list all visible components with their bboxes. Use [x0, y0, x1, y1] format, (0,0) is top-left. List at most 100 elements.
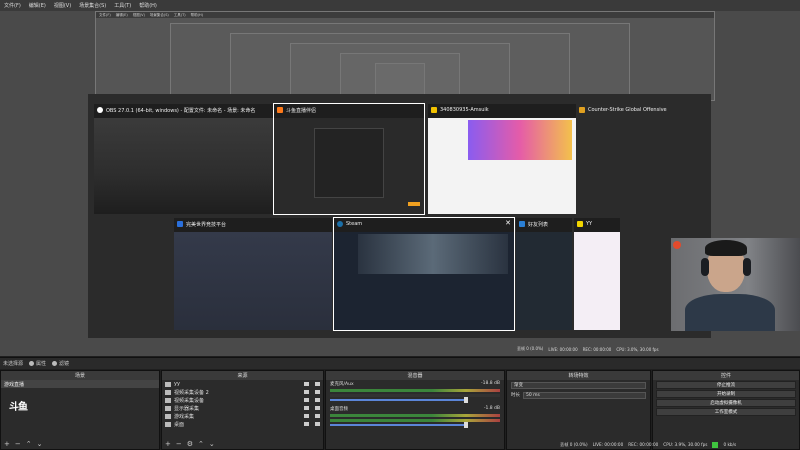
virtual-camera-button[interactable]: 启动虚拟摄像机 — [656, 399, 796, 407]
eye-icon[interactable] — [304, 398, 309, 402]
tile-thumbnail — [574, 232, 620, 330]
switcher-tile-yy-group[interactable]: 340830935-Amsuik — [428, 104, 576, 214]
switcher-tile-csgo[interactable]: Counter-Strike Global Offensive — [576, 104, 706, 214]
source-label: 显示器采集 — [174, 405, 200, 412]
source-label: 视频采集设备 — [174, 397, 205, 404]
volume-slider[interactable] — [330, 422, 468, 428]
menu-scene-collection[interactable]: 场景集合(S) — [79, 2, 106, 9]
mixer-channel: 麦克风/Aux -18.8 dB — [326, 380, 504, 405]
controls-dock: 控件 停止推流 开始录制 启动虚拟摄像机 工作室模式 — [652, 370, 800, 450]
filter-icon — [52, 361, 58, 366]
mixer-channel: 桌面音频 -1.8 dB — [326, 405, 504, 430]
scenes-dock: 场景 游戏直播 斗鱼 + − ⌃ ⌄ — [0, 370, 160, 450]
filters-label: 滤镜 — [59, 361, 70, 367]
add-icon[interactable]: + — [4, 440, 10, 448]
switcher-tile-steam[interactable]: Steam ✕ — [333, 217, 515, 331]
slider-handle[interactable] — [464, 422, 468, 428]
switcher-tile-obs[interactable]: OBS 27.0.1 (64-bit, windows) - 配置文件: 未命名… — [94, 104, 274, 214]
channel-db: -1.8 dB — [483, 406, 500, 411]
add-icon[interactable]: + — [165, 440, 171, 448]
yy-icon — [577, 221, 583, 227]
menu-edit[interactable]: 编辑(E) — [29, 2, 46, 9]
eye-icon[interactable] — [304, 414, 309, 418]
source-item[interactable]: 视频采集设备 2 — [162, 388, 323, 396]
properties-label: 属性 — [36, 361, 47, 367]
remove-icon[interactable]: − — [176, 440, 182, 448]
menu-view[interactable]: 视图(V) — [54, 2, 71, 9]
stream-health-indicator — [712, 441, 719, 448]
scenes-toolbar: + − ⌃ ⌄ — [1, 439, 159, 449]
source-item[interactable]: yy — [162, 380, 323, 388]
source-label: yy — [174, 381, 180, 387]
lock-icon[interactable] — [315, 414, 320, 418]
lock-icon[interactable] — [315, 398, 320, 402]
duration-input[interactable]: 50 ms — [523, 391, 646, 399]
source-label: 桌面 — [174, 421, 185, 428]
volume-meter — [330, 389, 500, 392]
lock-icon[interactable] — [315, 382, 320, 386]
eye-icon[interactable] — [304, 382, 309, 386]
transitions-dock: 转场特效 渐变 时长 50 ms — [506, 370, 651, 450]
cpu-fps: CPU: 3.9%, 30.00 fps — [663, 442, 708, 447]
preview-status-bar: 丢帧 0 (0.0%) LIVE: 00:00:00 REC: 00:00:00… — [517, 345, 659, 353]
remove-icon[interactable]: − — [15, 440, 21, 448]
source-item[interactable]: 桌面 — [162, 420, 323, 428]
menu-tools[interactable]: 工具(T) — [114, 2, 131, 9]
move-up-icon[interactable]: ⌃ — [26, 440, 32, 448]
source-item[interactable]: 显示器采集 — [162, 404, 323, 412]
sources-title: 来源 — [237, 373, 248, 379]
volume-slider[interactable] — [330, 397, 468, 403]
properties-button[interactable]: 属性 — [29, 360, 46, 367]
source-label: 视频采集设备 2 — [174, 389, 209, 396]
switcher-tile-friends[interactable]: 好友列表 — [516, 218, 572, 330]
douyu-icon — [277, 107, 283, 113]
scene-item[interactable]: 游戏直播 — [1, 380, 159, 388]
eye-icon[interactable] — [304, 406, 309, 410]
stop-streaming-button[interactable]: 停止推流 — [656, 381, 796, 389]
lock-icon[interactable] — [315, 422, 320, 426]
move-down-icon[interactable]: ⌄ — [209, 440, 215, 448]
brand-logo-icon — [673, 241, 681, 249]
eye-icon[interactable] — [304, 390, 309, 394]
lock-icon[interactable] — [315, 390, 320, 394]
mixer-header: 混音器 — [326, 371, 504, 380]
close-icon[interactable]: ✕ — [505, 219, 511, 227]
tile-thumbnail — [334, 232, 514, 330]
nested-menu-scene: 场景集合(S) — [149, 12, 169, 17]
menu-help[interactable]: 帮助(H) — [139, 2, 157, 9]
switcher-tile-douyu[interactable]: 斗鱼直播伴侣 — [273, 103, 425, 215]
webcam-person-body — [685, 294, 775, 331]
switcher-tile-perfect-world[interactable]: 完美世界竞技平台 — [174, 218, 332, 330]
move-up-icon[interactable]: ⌃ — [198, 440, 204, 448]
tile-title: YY — [586, 221, 593, 227]
no-source-selected-label: 未选择源 — [3, 361, 24, 367]
move-down-icon[interactable]: ⌄ — [37, 440, 43, 448]
studio-mode-button[interactable]: 工作室模式 — [656, 408, 796, 416]
switcher-tile-yy[interactable]: YY — [574, 218, 620, 330]
volume-meter-2 — [330, 419, 500, 422]
menu-bar: 文件(F) 编辑(E) 视图(V) 场景集合(S) 工具(T) 帮助(H) — [0, 0, 800, 11]
source-item[interactable]: 游戏采集 — [162, 412, 323, 420]
channel-db: -18.8 dB — [480, 381, 500, 386]
volume-meter — [330, 414, 500, 417]
tile-title: 完美世界竞技平台 — [186, 221, 227, 228]
lock-icon[interactable] — [315, 406, 320, 410]
preview-cpu: CPU: 3.0%, 30.00 fps — [616, 346, 659, 352]
source-type-icon — [165, 421, 171, 427]
transition-type-select[interactable]: 渐变 — [511, 381, 646, 389]
menu-file[interactable]: 文件(F) — [4, 2, 21, 9]
friends-icon — [519, 221, 525, 227]
gear-icon[interactable]: ⚙ — [187, 440, 193, 448]
filters-button[interactable]: 滤镜 — [52, 360, 69, 367]
tile-thumbnail — [94, 118, 274, 214]
tile-thumbnail — [174, 232, 332, 330]
volume-meter-2 — [330, 394, 500, 397]
tile-thumbnail — [274, 118, 424, 214]
transitions-title: 转场特效 — [568, 373, 589, 379]
start-recording-button[interactable]: 开始录制 — [656, 390, 796, 398]
tile-title: 斗鱼直播伴侣 — [286, 107, 317, 114]
eye-icon[interactable] — [304, 422, 309, 426]
thumbnail-panel — [314, 128, 384, 198]
slider-handle[interactable] — [464, 397, 468, 403]
source-item[interactable]: 视频采集设备 — [162, 396, 323, 404]
